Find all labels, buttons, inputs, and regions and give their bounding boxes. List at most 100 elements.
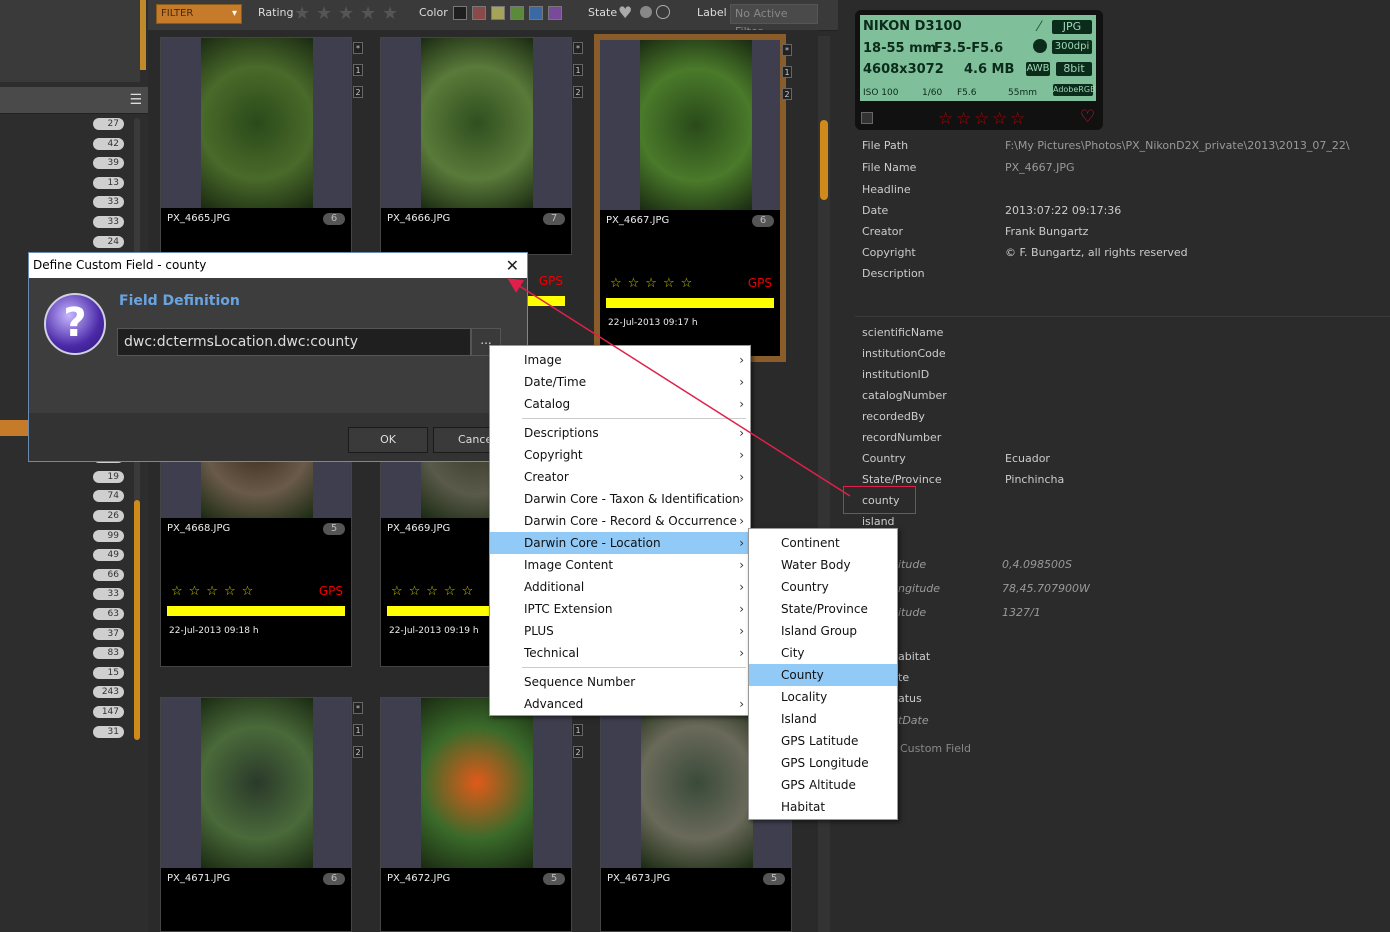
menu-item[interactable]: PLUS › (490, 620, 750, 642)
rating-star-1[interactable]: ★ (294, 3, 310, 24)
menu-item[interactable]: Darwin Core - Record & Occurrence › (490, 510, 750, 532)
menu-item[interactable]: Technical › (490, 642, 750, 664)
submenu-item[interactable]: Continent (749, 532, 897, 554)
menu-item[interactable]: Copyright › (490, 444, 750, 466)
submenu-item[interactable]: Water Body (749, 554, 897, 576)
thumbnail-side-marker[interactable]: * (573, 42, 583, 54)
thumbnail-side-marker[interactable]: 1 (353, 724, 363, 736)
grid-scrollbar-thumb[interactable] (820, 120, 828, 200)
menu-item[interactable]: Catalog › (490, 393, 750, 415)
menu-item[interactable]: Darwin Core - Taxon & Identification › (490, 488, 750, 510)
thumbnail-rating-stars[interactable]: ☆☆☆☆☆ (171, 584, 259, 599)
thumbnail-side-marker[interactable]: * (782, 44, 792, 56)
thumbnail-rating-stars[interactable]: ☆☆☆☆☆ (391, 584, 479, 599)
camera-resolution: 4608x3072 (863, 62, 944, 77)
submenu-item[interactable]: Island (749, 708, 897, 730)
close-icon[interactable]: ✕ (506, 253, 519, 278)
thumbnail-side-marker[interactable]: 1 (573, 724, 583, 736)
field-definition-input[interactable]: dwc:dctermsLocation.dwc:county (117, 328, 471, 356)
thumbnail-filename: PX_4665.JPG (167, 213, 231, 224)
lcd-star-1[interactable]: ☆ (938, 109, 953, 129)
menu-item[interactable]: Creator › (490, 466, 750, 488)
thumbnail-side-marker[interactable]: 1 (573, 64, 583, 76)
thumbnail-side-marker[interactable]: 2 (573, 86, 583, 98)
lcd-star-3[interactable]: ☆ (974, 109, 989, 129)
count-badge: 13 (93, 176, 124, 189)
define-custom-field-dialog: Define Custom Field - county ✕ ? Field D… (28, 252, 528, 462)
thumbnail-side-marker[interactable]: 1 (353, 64, 363, 76)
filter-dropdown[interactable]: FILTER ▾ (156, 4, 242, 24)
submenu-item[interactable]: State/Province (749, 598, 897, 620)
menu-item[interactable]: Image Content › (490, 554, 750, 576)
thumbnail-side-marker[interactable]: 2 (353, 86, 363, 98)
circle-icon[interactable] (640, 6, 652, 18)
bit-badge: 8bit (1056, 62, 1092, 76)
submenu-item[interactable]: Island Group (749, 620, 897, 642)
creator-value: Frank Bungartz (1005, 225, 1089, 238)
thumbnail-card[interactable]: PX_4666.JPG 7 GPS * 1 2 (380, 37, 583, 306)
thumbnail-side-marker[interactable]: * (353, 42, 363, 54)
heart-icon[interactable]: ♥ (618, 3, 632, 22)
rating-star-5[interactable]: ★ (382, 3, 398, 24)
checkbox[interactable] (861, 112, 873, 124)
thumbnail-frame (600, 40, 780, 210)
chevron-right-icon: › (739, 646, 744, 660)
count-badge: 26 (93, 510, 124, 522)
color-swatch[interactable] (491, 6, 505, 20)
menu-item[interactable]: IPTC Extension › (490, 598, 750, 620)
submenu-item[interactable]: GPS Longitude (749, 752, 897, 774)
submenu-item[interactable]: City (749, 642, 897, 664)
thumbnail-card[interactable]: PX_4667.JPG 6 ☆☆☆☆☆ GPS 22-Jul-2013 09:17 h *… (594, 34, 792, 362)
color-swatch[interactable] (472, 6, 486, 20)
iso-value: ISO 100 (863, 88, 899, 98)
menu-item[interactable]: Darwin Core - Location › (490, 532, 750, 554)
submenu-item[interactable]: Locality (749, 686, 897, 708)
menu-item[interactable]: Advanced › (490, 693, 750, 715)
submenu-item[interactable]: GPS Latitude (749, 730, 897, 752)
thumbnail-filename: PX_4666.JPG (387, 213, 451, 224)
submenu-item[interactable]: Habitat (749, 796, 897, 818)
left-scroll-top-thumb[interactable] (140, 0, 146, 70)
menu-icon[interactable]: ☰ (129, 92, 142, 108)
thumbnail-card[interactable]: PX_4671.JPG 6 * 1 2 (160, 697, 363, 932)
color-swatch[interactable] (548, 6, 562, 20)
thumbnail-side-marker[interactable]: 1 (782, 66, 792, 78)
rating-star-3[interactable]: ★ (338, 3, 354, 24)
field-context-menu: Image › Date/Time › Catalog › Descriptions › Cop… (489, 345, 751, 716)
thumbnail-side-marker[interactable]: 2 (573, 746, 583, 758)
ok-button[interactable]: OK (348, 427, 428, 453)
heart-icon[interactable]: ♡ (1080, 107, 1095, 127)
lcd-star-2[interactable]: ☆ (956, 109, 971, 129)
rating-star-4[interactable]: ★ (360, 3, 376, 24)
custom-field-label[interactable]: Custom Field (900, 742, 971, 755)
menu-item[interactable]: Image › (490, 349, 750, 371)
thumbnail-card[interactable]: PX_4672.JPG5*12 (380, 697, 583, 932)
thumbnail-side-marker[interactable]: 2 (353, 746, 363, 758)
menu-item-label: Sequence Number (524, 675, 636, 689)
submenu-item[interactable]: GPS Altitude (749, 774, 897, 796)
menu-item[interactable]: Sequence Number (490, 671, 750, 693)
count-badge: 83 (93, 647, 124, 660)
rating-star-2[interactable]: ★ (316, 3, 332, 24)
thumbnail-side-marker[interactable]: * (353, 702, 363, 714)
submenu-item[interactable]: Country (749, 576, 897, 598)
menu-item[interactable]: Additional › (490, 576, 750, 598)
color-swatch[interactable] (529, 6, 543, 20)
lcd-star-4[interactable]: ☆ (992, 109, 1007, 129)
gps-badge: GPS (747, 276, 772, 290)
count-badge: 19 (93, 470, 124, 483)
label-filter-dropdown[interactable]: No Active Filter (730, 4, 818, 38)
latitude-value: 0,4.098500S (1002, 558, 1072, 571)
thumbnail-side-marker[interactable]: 2 (782, 88, 792, 100)
color-swatch[interactable] (510, 6, 524, 20)
thumbnail-rating-stars[interactable]: ☆☆☆☆☆ (610, 276, 698, 291)
color-swatch[interactable] (453, 6, 467, 20)
lcd-star-5[interactable]: ☆ (1010, 109, 1025, 129)
left-scrollbar-thumb[interactable] (134, 500, 140, 740)
menu-item[interactable]: Descriptions › (490, 422, 750, 444)
question-icon: ? (44, 293, 106, 355)
submenu-item[interactable]: County (749, 664, 897, 686)
globe-icon[interactable] (656, 5, 670, 19)
thumbnail-card[interactable]: PX_4665.JPG 6 * 1 2 (160, 37, 363, 255)
menu-item[interactable]: Date/Time › (490, 371, 750, 393)
